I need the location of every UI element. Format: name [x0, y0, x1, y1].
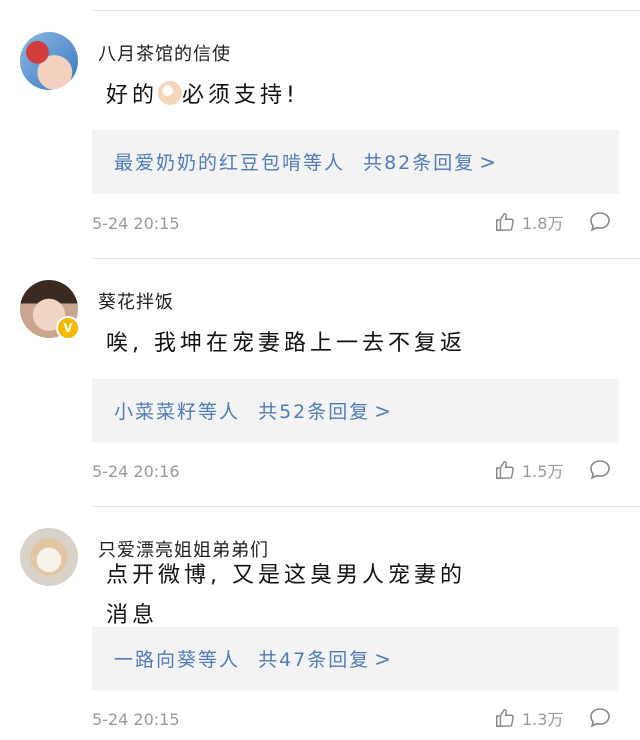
verified-badge-icon: V [56, 316, 80, 340]
replies-link[interactable]: 一路向葵等人 共47条回复 > [92, 627, 619, 691]
comment-footer: 5-24 20:15 1.8万 [92, 210, 620, 240]
timestamp: 5-24 20:15 [92, 214, 180, 233]
like-count: 1.5万 [522, 462, 564, 481]
top-divider [92, 10, 640, 11]
like-button[interactable]: 1.8万 [494, 210, 563, 234]
ok-hand-icon [158, 81, 183, 105]
comment-text: 好的 必须支持! [106, 81, 299, 108]
username[interactable]: 葵花拌饭 [98, 288, 174, 314]
divider [92, 258, 640, 259]
comment-footer: 5-24 20:15 1.3万 [92, 706, 620, 736]
replies-link[interactable]: 最爱奶奶的红豆包啃等人 共82条回复 > [92, 130, 619, 194]
thumbs-up-icon [496, 213, 514, 231]
like-count: 1.8万 [522, 214, 564, 233]
username[interactable]: 八月茶馆的信使 [98, 40, 231, 66]
timestamp: 5-24 20:15 [92, 710, 180, 729]
comment-bubble-icon[interactable] [588, 458, 612, 482]
comment-bubble-icon[interactable] [588, 210, 612, 234]
like-button[interactable]: 1.5万 [494, 458, 563, 482]
like-count: 1.3万 [522, 710, 564, 729]
chevron-right-icon: > [374, 399, 394, 423]
comment-footer: 5-24 20:16 1.5万 [92, 458, 620, 488]
chevron-right-icon: > [479, 150, 499, 174]
divider [92, 506, 640, 507]
replies-link[interactable]: 小菜菜籽等人 共52条回复 > [92, 379, 619, 443]
timestamp: 5-24 20:16 [92, 462, 180, 481]
avatar[interactable] [20, 32, 78, 90]
thumbs-up-icon [496, 709, 514, 727]
comment-text: 点开微博, 又是这臭男人宠妻的 消息 [106, 563, 466, 628]
chevron-right-icon: > [374, 647, 394, 671]
avatar[interactable] [20, 528, 78, 586]
comment-text: 唉, 我坤在宠妻路上一去不复返 [106, 331, 466, 356]
thumbs-up-icon [496, 461, 514, 479]
like-button[interactable]: 1.3万 [494, 706, 563, 730]
comment-bubble-icon[interactable] [588, 706, 612, 730]
